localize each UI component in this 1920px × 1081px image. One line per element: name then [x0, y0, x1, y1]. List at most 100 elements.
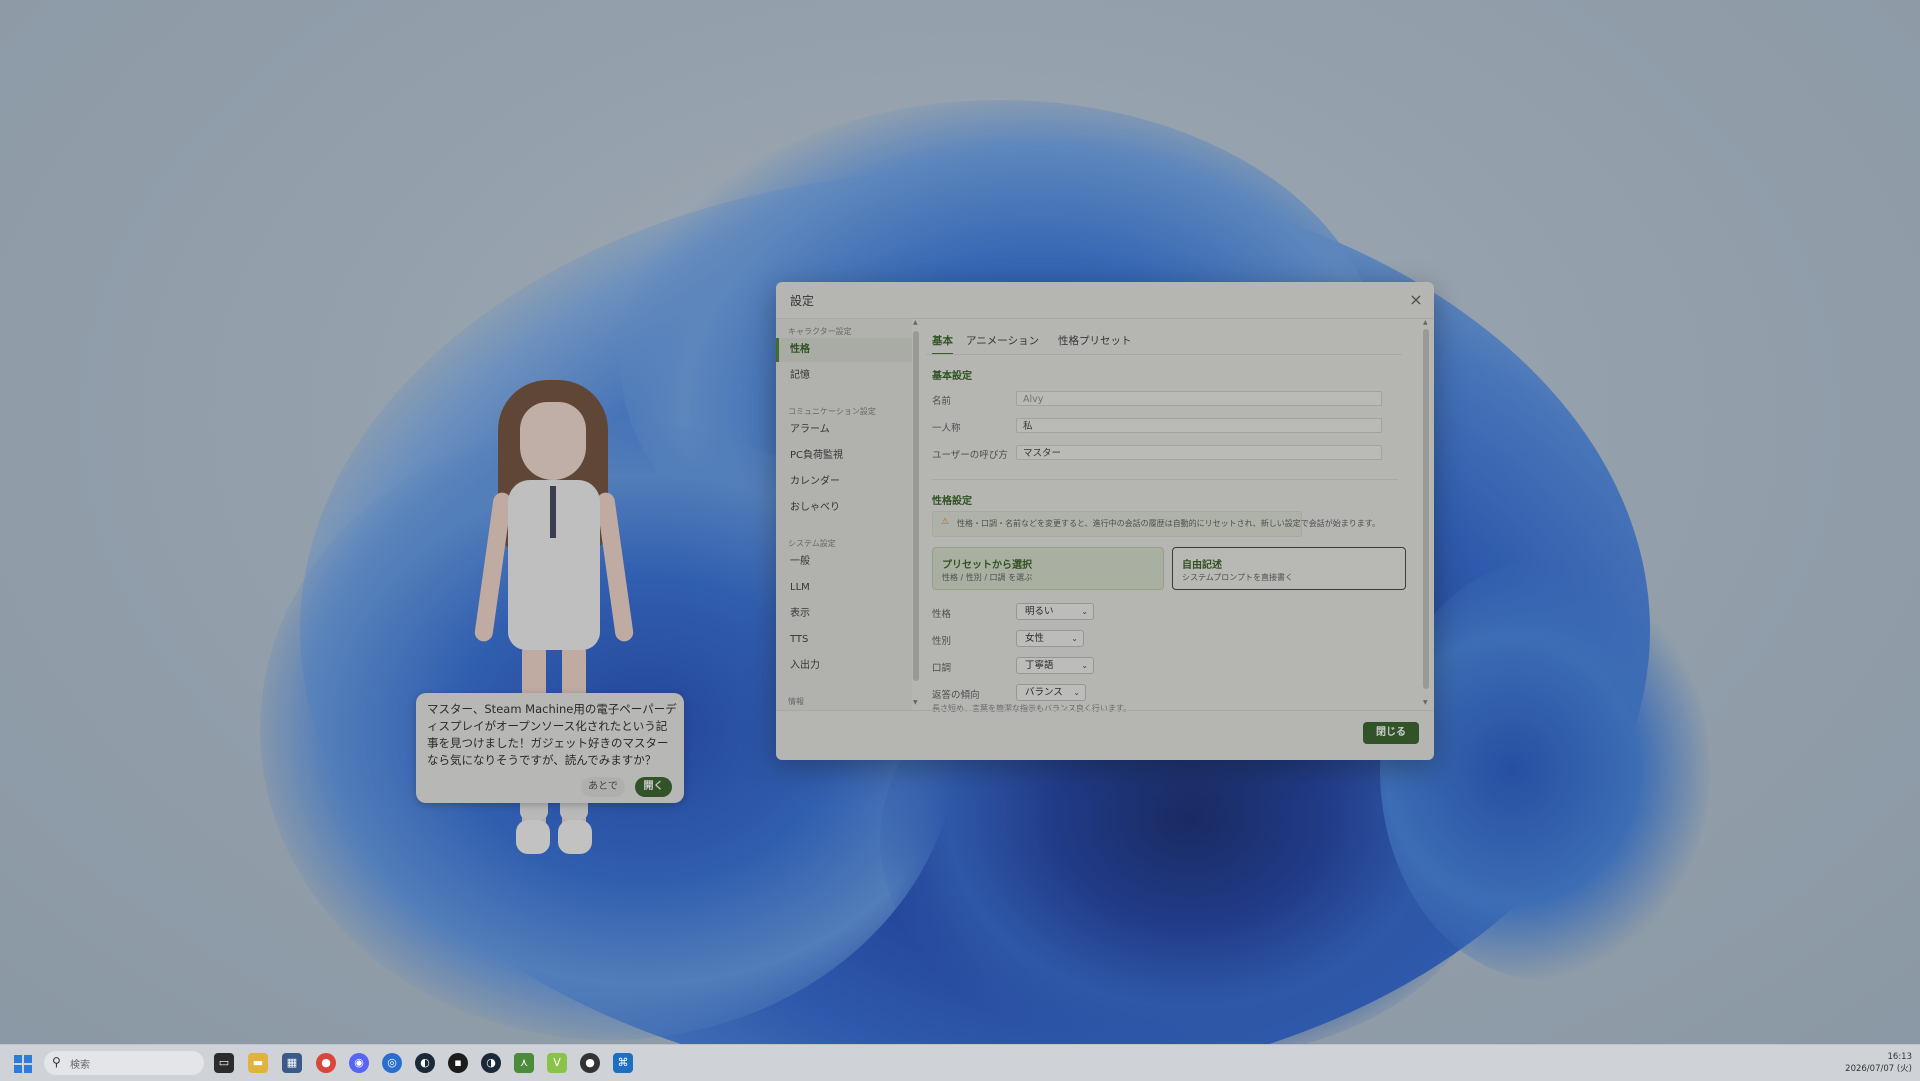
character-shoe — [558, 820, 592, 854]
mascot-character[interactable] — [470, 380, 640, 880]
dialog-title: 設定 — [790, 294, 815, 308]
search-placeholder: 検索 — [70, 1060, 90, 1071]
settings-dialog: 設定 × キャラクター設定 性格 記憶 コミュニケーション設定 アラーム PC負… — [776, 282, 1434, 760]
sidebar-section-character: キャラクター設定 — [788, 327, 852, 336]
chevron-down-icon: ⌄ — [1081, 607, 1088, 616]
sidebar-section-system: システム設定 — [788, 539, 836, 548]
preset-mode-subtitle: 性格 / 性別 / 口調 を選ぶ — [942, 573, 1033, 582]
sidebar-item-pc-monitor[interactable]: PC負荷監視 — [776, 444, 912, 468]
system-clock[interactable]: 16:13 2026/07/07 (火) — [1830, 1051, 1912, 1075]
sidebar-item-chat[interactable]: おしゃべり — [776, 496, 912, 520]
free-text-mode-subtitle: システムプロンプトを直接書く — [1182, 573, 1294, 582]
clock-date: 2026/07/07 (火) — [1845, 1064, 1912, 1074]
tendency-select-value: バランス — [1025, 687, 1063, 698]
basic-settings-title: 基本設定 — [932, 371, 972, 382]
github-icon[interactable]: ● — [580, 1053, 600, 1073]
personality-settings-title: 性格設定 — [932, 496, 972, 507]
main-scroll-thumb[interactable] — [1423, 329, 1429, 689]
settings-main-panel: 基本 アニメーション 性格プリセット 基本設定 名前 Alvy 一人称 私 ユー… — [920, 319, 1420, 713]
free-text-mode-card[interactable]: 自由記述 システムプロンプトを直接書く — [1172, 547, 1406, 590]
free-text-mode-title: 自由記述 — [1182, 560, 1222, 571]
preset-mode-card[interactable]: プリセットから選択 性格 / 性別 / 口調 を選ぶ — [932, 547, 1164, 590]
tone-select-value: 丁寧語 — [1025, 660, 1054, 671]
app-icon[interactable]: ⋏ — [514, 1053, 534, 1073]
reset-notice-text: 性格・口調・名前などを変更すると、進行中の会話の履歴は自動的にリセットされ、新し… — [957, 519, 1380, 528]
sidebar-item-llm[interactable]: LLM — [776, 576, 912, 600]
character-ribbon — [550, 486, 556, 538]
chrome-icon[interactable]: ● — [316, 1053, 336, 1073]
vim-icon[interactable]: V — [547, 1053, 567, 1073]
section-divider — [932, 479, 1398, 480]
gender-select[interactable]: 女性 ⌄ — [1016, 630, 1084, 647]
user-call-field[interactable]: マスター — [1016, 445, 1382, 460]
store-icon[interactable]: ▦ — [282, 1053, 302, 1073]
gender-select-value: 女性 — [1025, 633, 1045, 644]
file-explorer-icon[interactable]: ▬ — [248, 1053, 268, 1073]
tendency-label: 返答の傾向 — [932, 690, 980, 701]
settings-sidebar: キャラクター設定 性格 記憶 コミュニケーション設定 アラーム PC負荷監視 カ… — [776, 319, 912, 710]
steam-client-icon[interactable]: ◑ — [481, 1053, 501, 1073]
sidebar-item-personality[interactable]: 性格 — [776, 338, 912, 362]
sidebar-item-io[interactable]: 入出力 — [776, 654, 912, 678]
sidebar-item-alarm[interactable]: アラーム — [776, 418, 912, 442]
later-button[interactable]: あとで — [581, 777, 625, 797]
tone-select[interactable]: 丁寧語 ⌄ — [1016, 657, 1094, 674]
close-icon[interactable]: × — [1406, 290, 1426, 310]
tendency-select[interactable]: バランス ⌄ — [1016, 684, 1086, 701]
tone-label: 口調 — [932, 663, 952, 674]
tab-personality-preset[interactable]: 性格プリセット — [1058, 329, 1132, 353]
first-person-label: 一人称 — [932, 423, 961, 434]
sidebar-section-info: 情報 — [788, 697, 804, 706]
tab-animation[interactable]: アニメーション — [966, 329, 1039, 353]
sidebar-item-calendar[interactable]: カレンダー — [776, 470, 912, 494]
dialog-footer: 閉じる — [776, 710, 1434, 760]
first-person-field[interactable]: 私 — [1016, 418, 1382, 433]
sidebar-scroll-thumb[interactable] — [913, 331, 919, 681]
dialog-header: 設定 × — [776, 282, 1434, 319]
trait-label: 性格 — [932, 609, 952, 620]
speech-bubble: マスター、Steam Machine用の電子ペーパーディスプレイがオープンソース… — [416, 693, 684, 803]
search-icon: ⚲ — [52, 1055, 61, 1069]
sidebar-item-general[interactable]: 一般 — [776, 550, 912, 574]
discord-icon[interactable]: ◉ — [349, 1053, 369, 1073]
trait-select[interactable]: 明るい ⌄ — [1016, 603, 1094, 620]
tab-basic[interactable]: 基本 — [932, 329, 953, 355]
name-label: 名前 — [932, 396, 952, 407]
character-arm — [473, 491, 513, 643]
sidebar-section-communication: コミュニケーション設定 — [788, 407, 876, 416]
speech-bubble-message: マスター、Steam Machine用の電子ペーパーディスプレイがオープンソース… — [427, 702, 677, 767]
open-article-button[interactable]: 開く — [635, 777, 672, 797]
task-view-icon[interactable]: ▭ — [214, 1053, 234, 1073]
trait-select-value: 明るい — [1025, 606, 1054, 617]
chevron-down-icon: ⌄ — [1081, 661, 1088, 670]
media-app-icon[interactable]: ▪ — [448, 1053, 468, 1073]
scroll-down-icon[interactable]: ▼ — [913, 699, 918, 706]
scroll-down-icon[interactable]: ▼ — [1423, 699, 1428, 706]
vscode-icon[interactable]: ⌘ — [613, 1053, 633, 1073]
preset-mode-title: プリセットから選択 — [942, 560, 1032, 571]
sidebar-item-memory[interactable]: 記憶 — [776, 364, 912, 388]
character-face — [520, 402, 586, 480]
taskbar: ⚲ 検索 ▭ ▬ ▦ ● ◉ ◎ ◐ ▪ ◑ ⋏ V ● ⌘ 16:13 202… — [0, 1044, 1920, 1081]
character-arm — [595, 491, 635, 643]
start-button[interactable] — [14, 1055, 32, 1073]
sidebar-scrollbar[interactable]: ▲ ▼ — [912, 319, 920, 710]
chevron-down-icon: ⌄ — [1073, 688, 1080, 697]
close-button[interactable]: 閉じる — [1363, 722, 1419, 744]
clock-time: 16:13 — [1887, 1052, 1913, 1062]
sidebar-item-display[interactable]: 表示 — [776, 602, 912, 626]
warning-icon: ⚠ — [941, 517, 950, 527]
character-shoe — [516, 820, 550, 854]
sidebar-item-tts[interactable]: TTS — [776, 628, 912, 652]
taskbar-search[interactable]: ⚲ 検索 — [44, 1051, 204, 1075]
user-call-label: ユーザーの呼び方 — [932, 450, 1008, 461]
chevron-down-icon: ⌄ — [1071, 634, 1078, 643]
name-field[interactable]: Alvy — [1016, 391, 1382, 406]
browser-icon[interactable]: ◎ — [382, 1053, 402, 1073]
steam-icon[interactable]: ◐ — [415, 1053, 435, 1073]
scroll-up-icon[interactable]: ▲ — [913, 319, 918, 326]
tab-underline — [926, 354, 1402, 355]
gender-label: 性別 — [932, 636, 952, 647]
main-scrollbar[interactable]: ▲ ▼ — [1422, 319, 1430, 710]
scroll-up-icon[interactable]: ▲ — [1423, 319, 1428, 326]
